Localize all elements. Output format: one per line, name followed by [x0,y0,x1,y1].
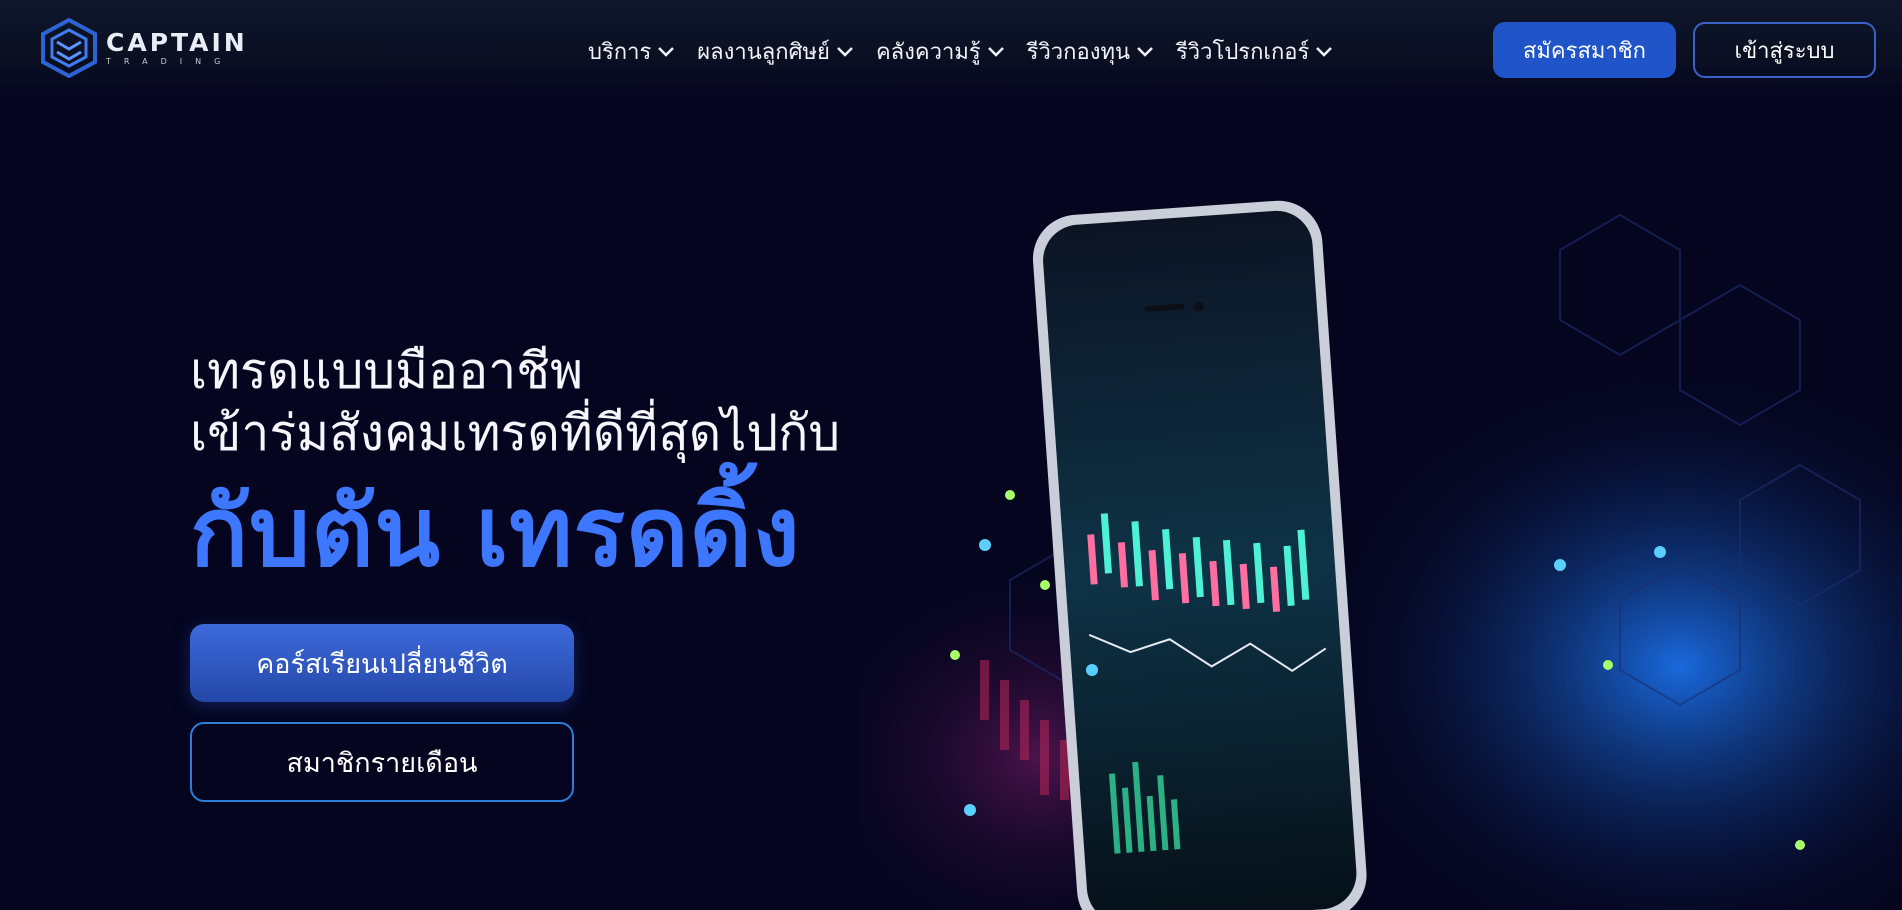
hero-phone-illustration [860,200,1902,910]
nav-item-broker-review[interactable]: รีวิวโปรกเกอร์ [1176,34,1333,69]
chevron-down-icon [837,46,853,57]
nav-item-knowledge[interactable]: คลังความรู้ [876,34,1005,69]
chevron-down-icon [987,46,1004,57]
nav-item-fund-review[interactable]: รีวิวกองทุน [1027,34,1154,69]
logo[interactable]: CAPTAIN TRADING [40,18,248,78]
nav-item-label: คลังความรู้ [875,40,981,65]
logo-sub: TRADING [106,56,234,66]
nav-item-label: ผลงานลูกศิษย์ [697,40,830,65]
nav-item-label: รีวิวกองทุน [1026,40,1130,65]
chevron-down-icon [1316,46,1333,57]
phone [1032,200,1367,910]
captain-logo-icon [41,18,97,78]
main-nav: บริการ ผลงานลูกศิษย์ คลังความรู้ รีวิวกอ… [588,34,1333,69]
hero-brand-title: กับตัน เทรดดิ้ง [190,476,801,588]
logo-word: CAPTAIN [106,27,248,57]
login-button[interactable]: เข้าสู่ระบบ [1693,22,1876,78]
hero-text: เทรดแบบมืออาชีพ เข้าร่มสังคมเทรดที่ดีที่… [190,340,840,592]
course-button[interactable]: คอร์สเรียนเปลี่ยนชีวิต [190,624,574,702]
logo-text: CAPTAIN TRADING [106,27,248,67]
chevron-down-icon [1137,46,1153,57]
site-header: CAPTAIN TRADING บริการ ผลงานลูกศิษย์ คลั… [0,0,1902,100]
nav-item-student-results[interactable]: ผลงานลูกศิษย์ [697,34,854,69]
nav-item-label: บริการ [588,40,652,65]
monthly-member-button[interactable]: สมาชิกรายเดือน [190,722,574,802]
hero-subtitle-line2: เข้าร่มสังคมเทรดที่ดีที่สุดไปกับ [190,404,841,462]
chevron-down-icon [658,46,675,57]
nav-item-services[interactable]: บริการ [588,34,675,69]
register-button[interactable]: สมัครสมาชิก [1493,22,1676,78]
hero-subtitle-line1: เทรดแบบมืออาชีพ [190,342,584,400]
nav-item-label: รีวิวโปรกเกอร์ [1175,40,1310,65]
